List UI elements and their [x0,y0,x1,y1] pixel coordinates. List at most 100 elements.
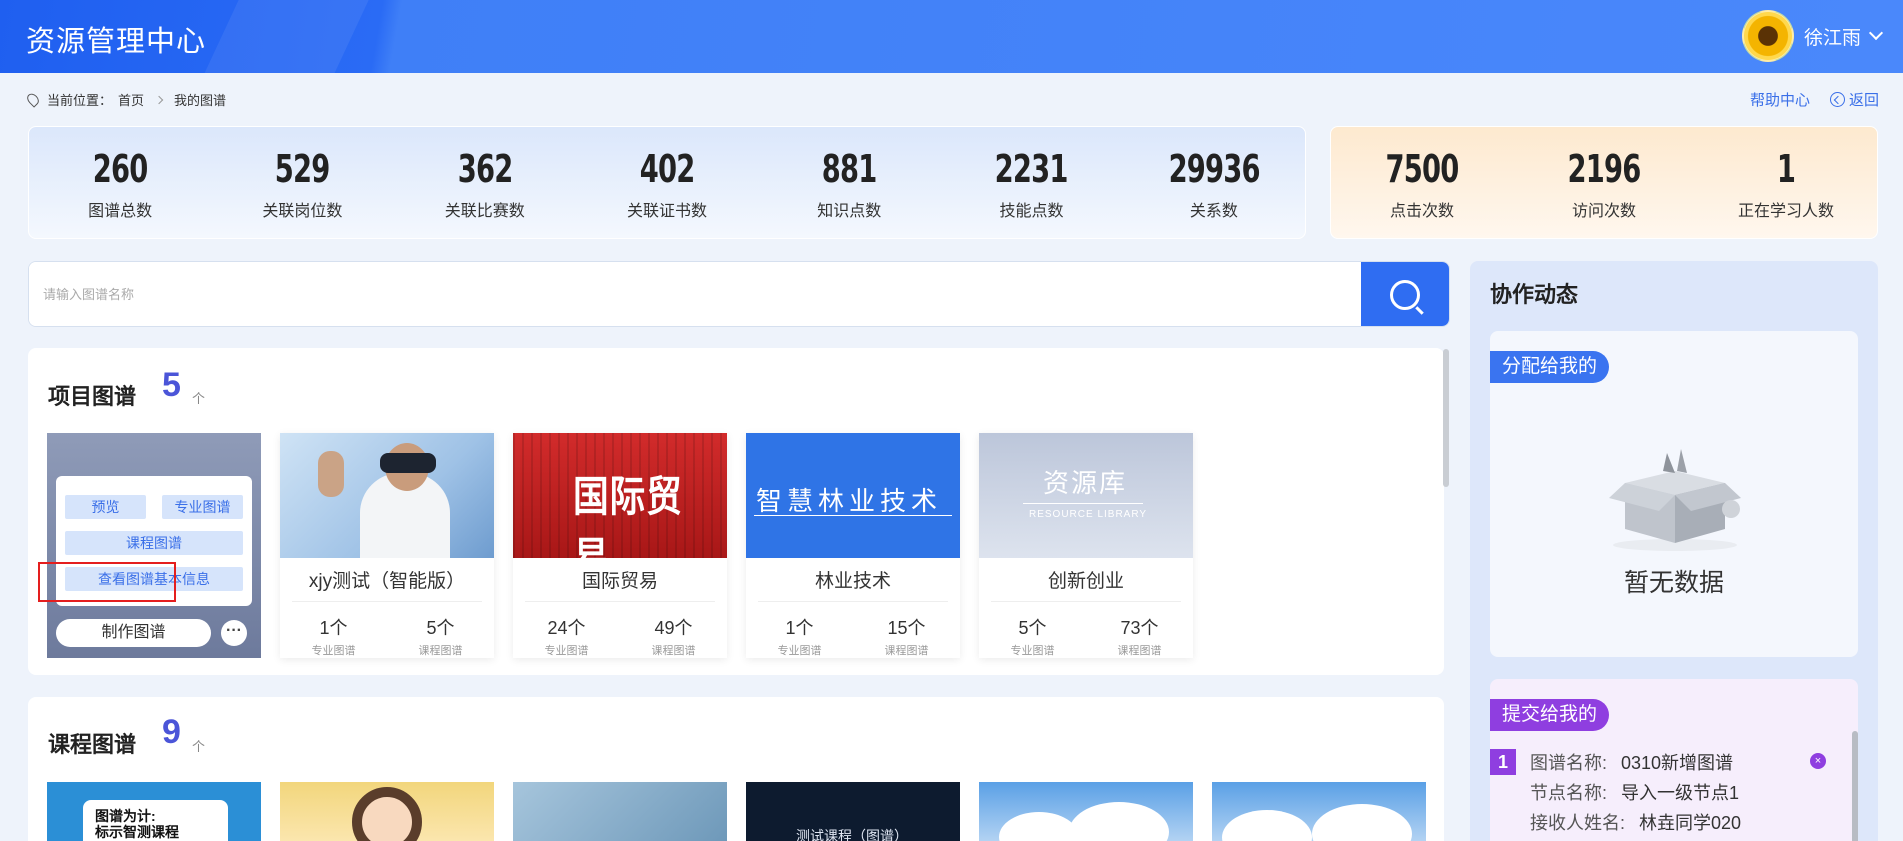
collaboration-panel: 协作动态 分配给我的 暂无数据 提交给我的 1 图谱名称: 0310新增图谱 节点… [1470,261,1878,841]
back-arrow-icon[interactable] [1829,92,1845,107]
header-decoration [192,0,378,73]
stats-side-panel: 7500 点击次数 2196 访问次数 1 正在学习人数 [1330,126,1878,239]
project-card-list: 预览 专业图谱 课程图谱 查看图谱基本信息 制作图谱 ··· xjy测试（智能版… [47,433,1193,658]
thumbnail-text: 测试课程（图谱） [796,828,908,841]
graph-name: 0310新增图谱 [1621,753,1734,773]
card-stat: 49个 课程图谱 [620,614,727,658]
search-input[interactable] [29,262,1364,326]
search-bar [28,261,1450,327]
project-card[interactable]: xjy测试（智能版） 1个专业图谱 5个 课程图谱 [280,433,494,658]
location-pin-icon [24,91,42,108]
stat-label: 正在学习人数 [1737,203,1834,220]
section-unit: 个 [192,739,206,754]
panel-scrollbar[interactable] [1852,731,1858,841]
card-name: 创新创业 [991,566,1181,602]
card-name: 国际贸易 [525,566,715,602]
stat-item: 260 图谱总数 [29,127,211,238]
more-options-button[interactable]: ··· [221,620,247,646]
item-row: 节点名称: 导入一级节点1 [1530,779,1739,805]
chevron-down-icon[interactable] [1868,25,1884,41]
user-menu[interactable]: 徐江雨 [1741,10,1884,62]
section-title: 项目图谱 [48,384,137,409]
search-button[interactable] [1361,262,1449,326]
preview-button[interactable]: 预览 [65,495,146,519]
back-link[interactable]: 返回 [1829,89,1879,110]
node-name: 导入一级节点1 [1621,783,1740,803]
project-card[interactable]: 资源库 RESOURCE LIBRARY 创新创业 5个 专业图谱 73个 课程图谱 [979,433,1193,658]
project-graph-section: 项目图谱 5 个 预览 专业图谱 课程图谱 查看图谱基本信息 制作图谱 ··· … [28,348,1444,675]
major-label: 专业图谱 [311,645,356,657]
user-name[interactable]: 徐江雨 [1804,23,1861,50]
major-count: 1个 [319,618,348,638]
help-center-link[interactable]: 帮助中心 [1750,89,1810,110]
project-card[interactable]: 智慧林业技术 林业技术 1个专业图谱 15个课程图谱 [746,433,960,658]
card-stat: 5个 课程图谱 [387,614,494,658]
course-graph-button[interactable]: 课程图谱 [65,531,243,555]
stat-value: 260 [92,147,149,191]
breadcrumb: 当前位置： 首页 我的图谱 [24,90,226,109]
stat-label: 知识点数 [817,203,882,220]
card-stat: 5个 专业图谱 [979,614,1086,658]
stat-item: 881 知识点数 [758,127,940,238]
card-name: 林业技术 [758,566,948,602]
thumbnail-text: 图谱为计: 标示智测课程 [95,808,179,840]
course-card[interactable] [280,782,494,841]
card-thumbnail: 智慧林业技术 [746,433,960,558]
course-count: 15个 [887,618,926,638]
thumbnail-line [754,515,952,516]
section-count: 5 [162,366,181,404]
stat-item: 2196 访问次数 [1513,127,1695,238]
stat-value: 402 [639,147,696,191]
make-graph-button[interactable]: 制作图谱 [56,619,211,647]
major-label: 专业图谱 [1010,645,1055,657]
stat-label: 图谱总数 [88,203,153,220]
card-name: xjy测试（智能版） [292,566,482,602]
major-count: 24个 [547,618,586,638]
back-label[interactable]: 返回 [1849,92,1879,109]
cloud-shape [999,812,1079,841]
course-card-list: 图谱为计: 标示智测课程 测试课程（图谱） [47,782,1426,841]
course-card[interactable] [979,782,1193,841]
major-label: 专业图谱 [544,645,589,657]
submitted-to-me-box: 提交给我的 1 图谱名称: 0310新增图谱 节点名称: 导入一级节点1 接收人姓名… [1490,679,1858,841]
item-row: 图谱名称: 0310新增图谱 [1530,749,1733,775]
stat-value: 29936 [1168,147,1260,191]
thumbnail-line [1023,503,1143,504]
course-card[interactable]: 图谱为计: 标示智测课程 [47,782,261,841]
breadcrumb-prefix: 当前位置： [47,93,113,108]
submitted-tag: 提交给我的 [1490,699,1610,731]
course-card[interactable] [1212,782,1426,841]
course-count: 49个 [654,618,693,638]
chevron-right-icon [154,95,164,104]
cloud-shape [1069,802,1169,841]
close-icon[interactable]: × [1810,753,1826,769]
course-card[interactable]: 测试课程（图谱） [746,782,960,841]
major-graph-button[interactable]: 专业图谱 [162,495,243,519]
major-count: 1个 [785,618,814,638]
breadcrumb-home[interactable]: 首页 [118,90,144,109]
panel-title: 协作动态 [1490,282,1579,307]
card-stats: 5个 专业图谱 73个 课程图谱 [979,614,1193,658]
avatar[interactable] [1741,10,1794,62]
stats-main-panel: 260 图谱总数 529 关联岗位数 362 关联比赛数 402 关联证书数 881 知识… [28,126,1306,239]
card-stat: 1个专业图谱 [746,614,853,658]
item-key: 接收人姓名: [1530,813,1626,833]
stat-item: 1 正在学习人数 [1695,127,1877,238]
card-stat: 15个课程图谱 [853,614,960,658]
card-stat: 73个 课程图谱 [1086,614,1193,658]
app-title: 资源管理中心 [26,26,207,58]
course-label: 课程图谱 [884,645,929,657]
major-label: 专业图谱 [777,645,822,657]
main-scrollbar[interactable] [1443,349,1449,487]
project-card[interactable]: 国际贸易 国际贸易 24个 专业图谱 49个 课程图谱 [513,433,727,658]
course-card[interactable] [513,782,727,841]
search-icon[interactable] [1390,280,1420,310]
course-label: 课程图谱 [1117,645,1162,657]
top-header: 资源管理中心 徐江雨 [0,0,1903,73]
project-card-hovered[interactable]: 预览 专业图谱 课程图谱 查看图谱基本信息 制作图谱 ··· [47,433,261,658]
stat-item: 529 关联岗位数 [211,127,393,238]
stat-item: 7500 点击次数 [1331,127,1513,238]
stat-label: 访问次数 [1571,203,1636,220]
thumbnail-figure [352,787,422,841]
stat-label: 关联证书数 [626,203,707,220]
